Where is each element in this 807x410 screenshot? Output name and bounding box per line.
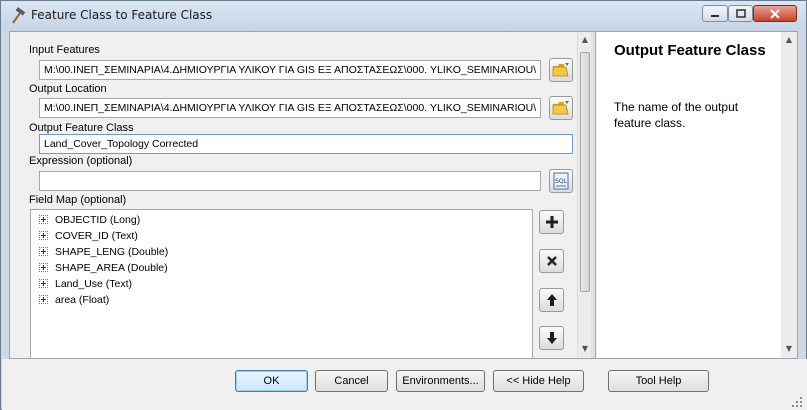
input-features-label: Input Features bbox=[29, 44, 100, 56]
close-button[interactable] bbox=[753, 5, 797, 22]
field-name: OBJECTID (Long) bbox=[55, 213, 141, 226]
maximize-icon bbox=[735, 9, 746, 18]
expand-icon[interactable] bbox=[39, 263, 48, 272]
open-folder-icon bbox=[552, 63, 569, 77]
expression-input[interactable] bbox=[39, 171, 541, 191]
scroll-down-icon[interactable]: ▼ bbox=[784, 344, 794, 354]
help-title: Output Feature Class bbox=[614, 42, 766, 59]
ok-button[interactable]: OK bbox=[235, 370, 308, 392]
sql-icon: SQL bbox=[553, 172, 569, 190]
open-folder-icon bbox=[552, 101, 569, 115]
move-up-button[interactable] bbox=[539, 288, 564, 312]
scrollbar-thumb[interactable] bbox=[580, 52, 590, 292]
panel-splitter[interactable] bbox=[591, 32, 596, 358]
button-bar: OK Cancel Environments... << Hide Help T… bbox=[2, 359, 807, 410]
list-item[interactable]: Land_Use (Text) bbox=[39, 276, 132, 291]
help-scrollbar[interactable]: ▲ ▼ bbox=[781, 32, 797, 358]
output-location-label: Output Location bbox=[29, 83, 107, 95]
output-feature-class-label: Output Feature Class bbox=[29, 122, 134, 134]
expand-icon[interactable] bbox=[39, 215, 48, 224]
expand-icon[interactable] bbox=[39, 231, 48, 240]
dialog-window: Feature Class to Feature Class Input Fea… bbox=[0, 0, 807, 410]
sql-icon-text: SQL bbox=[555, 178, 568, 185]
input-features-browse-button[interactable] bbox=[549, 58, 573, 82]
help-body: The name of the output feature class. bbox=[614, 100, 739, 130]
environments-button[interactable]: Environments... bbox=[396, 370, 485, 392]
list-item[interactable]: area (Float) bbox=[39, 292, 109, 307]
tool-help-button[interactable]: Tool Help bbox=[608, 370, 709, 392]
close-icon bbox=[770, 8, 780, 19]
output-location-browse-button[interactable] bbox=[549, 96, 573, 120]
plus-icon bbox=[545, 216, 558, 228]
delete-x-icon bbox=[546, 256, 557, 266]
input-features-field[interactable]: M:\00.ΙΝΕΠ_ΣΕΜΙΝΑΡΙΑ\4.ΔΗΜΙΟΥΡΓΙΑ ΥΛΙΚΟΥ… bbox=[39, 60, 541, 80]
maximize-button[interactable] bbox=[728, 5, 753, 22]
expand-icon[interactable] bbox=[39, 279, 48, 288]
help-panel: Output Feature Class The name of the out… bbox=[597, 32, 781, 358]
window-title: Feature Class to Feature Class bbox=[31, 8, 213, 22]
field-name: SHAPE_AREA (Double) bbox=[55, 261, 168, 274]
scroll-up-icon[interactable]: ▲ bbox=[784, 35, 794, 45]
expand-icon[interactable] bbox=[39, 247, 48, 256]
list-item[interactable]: COVER_ID (Text) bbox=[39, 228, 138, 243]
arrow-down-icon bbox=[546, 332, 557, 344]
sql-query-button[interactable]: SQL bbox=[549, 169, 573, 193]
expand-icon[interactable] bbox=[39, 295, 48, 304]
list-item[interactable]: SHAPE_AREA (Double) bbox=[39, 260, 168, 275]
output-location-field[interactable]: M:\00.ΙΝΕΠ_ΣΕΜΙΝΑΡΙΑ\4.ΔΗΜΙΟΥΡΓΙΑ ΥΛΙΚΟΥ… bbox=[39, 98, 541, 118]
arrow-up-icon bbox=[546, 294, 557, 306]
list-item[interactable]: OBJECTID (Long) bbox=[39, 212, 140, 227]
expression-label: Expression (optional) bbox=[29, 155, 133, 167]
add-field-button[interactable] bbox=[539, 210, 564, 234]
list-item[interactable]: SHAPE_LENG (Double) bbox=[39, 244, 168, 259]
move-down-button[interactable] bbox=[539, 326, 564, 350]
field-name: COVER_ID (Text) bbox=[55, 229, 138, 242]
resize-grip-icon[interactable] bbox=[791, 396, 803, 408]
delete-field-button[interactable] bbox=[539, 249, 564, 273]
hammer-icon bbox=[12, 7, 26, 24]
field-map-list[interactable]: OBJECTID (Long) COVER_ID (Text) SHAPE_LE… bbox=[30, 209, 533, 359]
field-map-label: Field Map (optional) bbox=[29, 194, 127, 206]
hide-help-button[interactable]: << Hide Help bbox=[493, 370, 584, 392]
scroll-down-icon[interactable]: ▼ bbox=[580, 344, 590, 354]
field-name: area (Float) bbox=[55, 293, 110, 306]
minimize-button[interactable] bbox=[702, 5, 728, 22]
cancel-button[interactable]: Cancel bbox=[315, 370, 388, 392]
minimize-icon bbox=[711, 14, 719, 17]
title-bar[interactable]: Feature Class to Feature Class bbox=[1, 1, 806, 31]
field-name: Land_Use (Text) bbox=[55, 277, 133, 290]
field-name: SHAPE_LENG (Double) bbox=[55, 245, 169, 258]
output-feature-class-input[interactable]: Land_Cover_Topology Corrected bbox=[39, 134, 573, 154]
parameters-scrollbar[interactable]: ▲ ▼ bbox=[577, 32, 592, 358]
scroll-up-icon[interactable]: ▲ bbox=[580, 35, 590, 45]
